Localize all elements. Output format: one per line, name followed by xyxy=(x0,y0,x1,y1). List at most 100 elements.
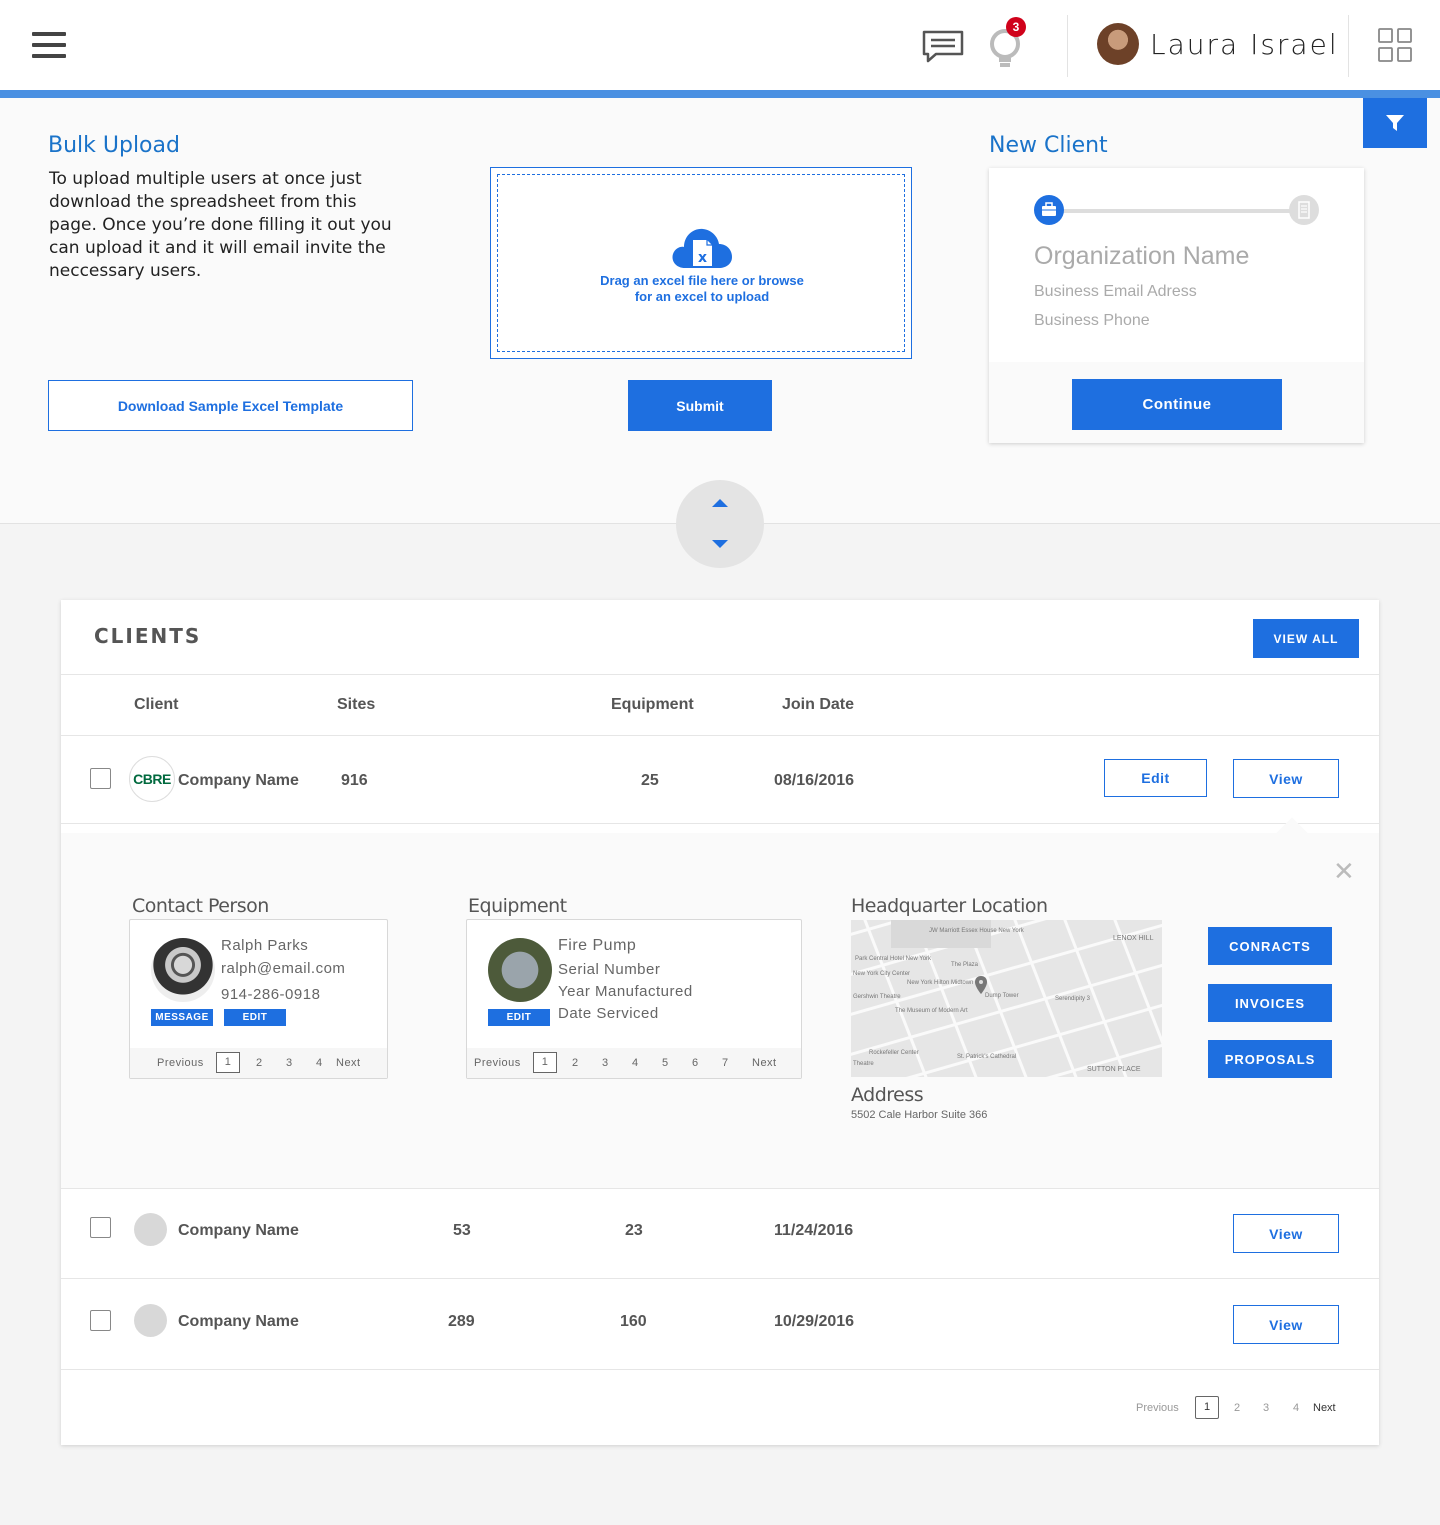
contact-name: Ralph Parks xyxy=(221,937,309,954)
client-name[interactable]: Company Name xyxy=(178,1222,299,1240)
user-avatar[interactable] xyxy=(1097,23,1139,65)
pagination-next[interactable]: Next xyxy=(752,1057,777,1069)
client-join-date: 11/24/2016 xyxy=(774,1222,854,1239)
continue-button[interactable]: Continue xyxy=(1072,379,1282,430)
close-icon[interactable]: ✕ xyxy=(1333,858,1355,884)
client-name[interactable]: Company Name xyxy=(178,772,299,790)
pagination-page[interactable]: 1 xyxy=(216,1052,240,1073)
file-dropzone[interactable]: x Drag an excel file here or browse for … xyxy=(490,167,912,359)
clients-title: CLIENTS xyxy=(94,624,202,648)
pagination-page[interactable]: 4 xyxy=(316,1057,323,1069)
column-header-join-date[interactable]: Join Date xyxy=(782,696,854,714)
edit-contact-button[interactable]: EDIT xyxy=(224,1009,286,1026)
address-text: 5502 Cale Harbor Suite 366 xyxy=(851,1109,988,1121)
client-logo: CBRE xyxy=(129,756,175,802)
equipment-serviced: Date Serviced xyxy=(558,1005,659,1022)
briefcase-icon xyxy=(1042,202,1056,216)
pagination-page[interactable]: 2 xyxy=(256,1057,263,1069)
row-checkbox[interactable] xyxy=(90,768,111,789)
row-checkbox[interactable] xyxy=(90,1217,111,1238)
divider xyxy=(61,1188,1379,1189)
pagination-page[interactable]: 1 xyxy=(1195,1396,1219,1419)
pagination-page[interactable]: 4 xyxy=(1293,1402,1299,1414)
pagination-previous[interactable]: Previous xyxy=(157,1057,204,1069)
cloud-upload-icon: x xyxy=(672,228,732,268)
location-map[interactable]: JW Marriott Essex House New York LENOX H… xyxy=(851,920,1162,1077)
row-checkbox[interactable] xyxy=(90,1310,111,1331)
map-label: New York City Center xyxy=(853,971,910,977)
apps-grid-icon[interactable] xyxy=(1378,28,1412,62)
filter-button[interactable] xyxy=(1363,98,1427,148)
pagination-page[interactable]: 2 xyxy=(1234,1402,1240,1414)
svg-text:x: x xyxy=(698,250,707,266)
pagination-page[interactable]: 1 xyxy=(533,1052,557,1073)
client-sites: 916 xyxy=(341,772,368,789)
header-divider xyxy=(1067,15,1068,77)
dropzone-text: Drag an excel file here or browse for an… xyxy=(491,273,913,305)
pagination-page[interactable]: 3 xyxy=(602,1057,609,1069)
divider xyxy=(61,1369,1379,1370)
map-label: The Plaza xyxy=(951,962,979,968)
client-join-date: 08/16/2016 xyxy=(774,772,855,789)
proposals-button[interactable]: PROPOSALS xyxy=(1208,1040,1332,1078)
view-all-button[interactable]: VIEW ALL xyxy=(1253,619,1359,658)
view-button[interactable]: View xyxy=(1233,1305,1339,1344)
header-accent-bar xyxy=(0,90,1440,98)
column-header-client[interactable]: Client xyxy=(134,696,178,714)
organization-name-field[interactable]: Organization Name xyxy=(1034,242,1249,271)
pagination-page[interactable]: 6 xyxy=(692,1057,699,1069)
client-name[interactable]: Company Name xyxy=(178,1313,299,1331)
pagination-page[interactable]: 4 xyxy=(632,1057,639,1069)
collapse-toggle[interactable] xyxy=(676,480,764,568)
map-label: Park Central Hotel New York xyxy=(855,956,932,962)
invoices-button[interactable]: INVOICES xyxy=(1208,984,1332,1022)
map-label: Gershwin Theatre xyxy=(853,994,901,1000)
view-button[interactable]: View xyxy=(1233,759,1339,798)
pagination-previous[interactable]: Previous xyxy=(1136,1402,1179,1414)
pagination-page[interactable]: 5 xyxy=(662,1057,669,1069)
pagination-page[interactable]: 3 xyxy=(1263,1402,1269,1414)
column-header-sites[interactable]: Sites xyxy=(337,696,375,714)
column-header-equipment[interactable]: Equipment xyxy=(611,696,694,714)
view-button[interactable]: View xyxy=(1233,1214,1339,1253)
notification-badge: 3 xyxy=(1006,17,1026,37)
pagination-next[interactable]: Next xyxy=(336,1057,361,1069)
business-phone-field[interactable]: Business Phone xyxy=(1034,312,1150,330)
map-label: JW Marriott Essex House New York xyxy=(929,928,1025,934)
equipment-name: Fire Pump xyxy=(558,937,637,954)
edit-button[interactable]: Edit xyxy=(1104,759,1207,797)
message-button[interactable]: MESSAGE xyxy=(151,1009,213,1026)
clients-card: CLIENTS VIEW ALL Client Sites Equipment … xyxy=(61,600,1379,1445)
client-join-date: 10/29/2016 xyxy=(774,1313,855,1330)
pagination-page[interactable]: 7 xyxy=(722,1057,729,1069)
contact-phone: 914-286-0918 xyxy=(221,986,321,1003)
contact-person-title: Contact Person xyxy=(132,895,269,917)
progress-track xyxy=(1051,209,1301,213)
client-equipment: 25 xyxy=(641,772,659,789)
equipment-title: Equipment xyxy=(468,895,567,917)
contact-email[interactable]: ralph@email.com xyxy=(221,960,345,977)
download-template-button[interactable]: Download Sample Excel Template xyxy=(48,380,413,431)
step-briefcase[interactable] xyxy=(1034,195,1064,225)
edit-equipment-button[interactable]: EDIT xyxy=(488,1009,550,1026)
pagination-previous[interactable]: Previous xyxy=(474,1057,521,1069)
pagination-next[interactable]: Next xyxy=(1313,1402,1336,1414)
new-client-title: New Client xyxy=(989,133,1108,158)
pagination-page[interactable]: 2 xyxy=(572,1057,579,1069)
submit-button[interactable]: Submit xyxy=(628,380,772,431)
new-client-card: Organization Name Business Email Adress … xyxy=(989,168,1364,443)
chevron-up-down-icon xyxy=(712,499,728,548)
contracts-button[interactable]: CONRACTS xyxy=(1208,927,1332,965)
user-name[interactable]: Laura Israel xyxy=(1150,28,1339,61)
equipment-card: Fire Pump Serial Number Year Manufacture… xyxy=(466,919,802,1079)
chat-icon[interactable] xyxy=(922,30,964,64)
step-building[interactable] xyxy=(1289,195,1319,225)
divider xyxy=(61,823,1379,824)
map-label: Theatre xyxy=(853,1061,874,1067)
client-avatar xyxy=(134,1304,167,1337)
map-label: Serendipity 3 xyxy=(1055,996,1091,1002)
business-email-field[interactable]: Business Email Adress xyxy=(1034,283,1197,301)
pagination-page[interactable]: 3 xyxy=(286,1057,293,1069)
divider xyxy=(61,674,1379,675)
hamburger-menu-icon[interactable] xyxy=(32,32,66,58)
